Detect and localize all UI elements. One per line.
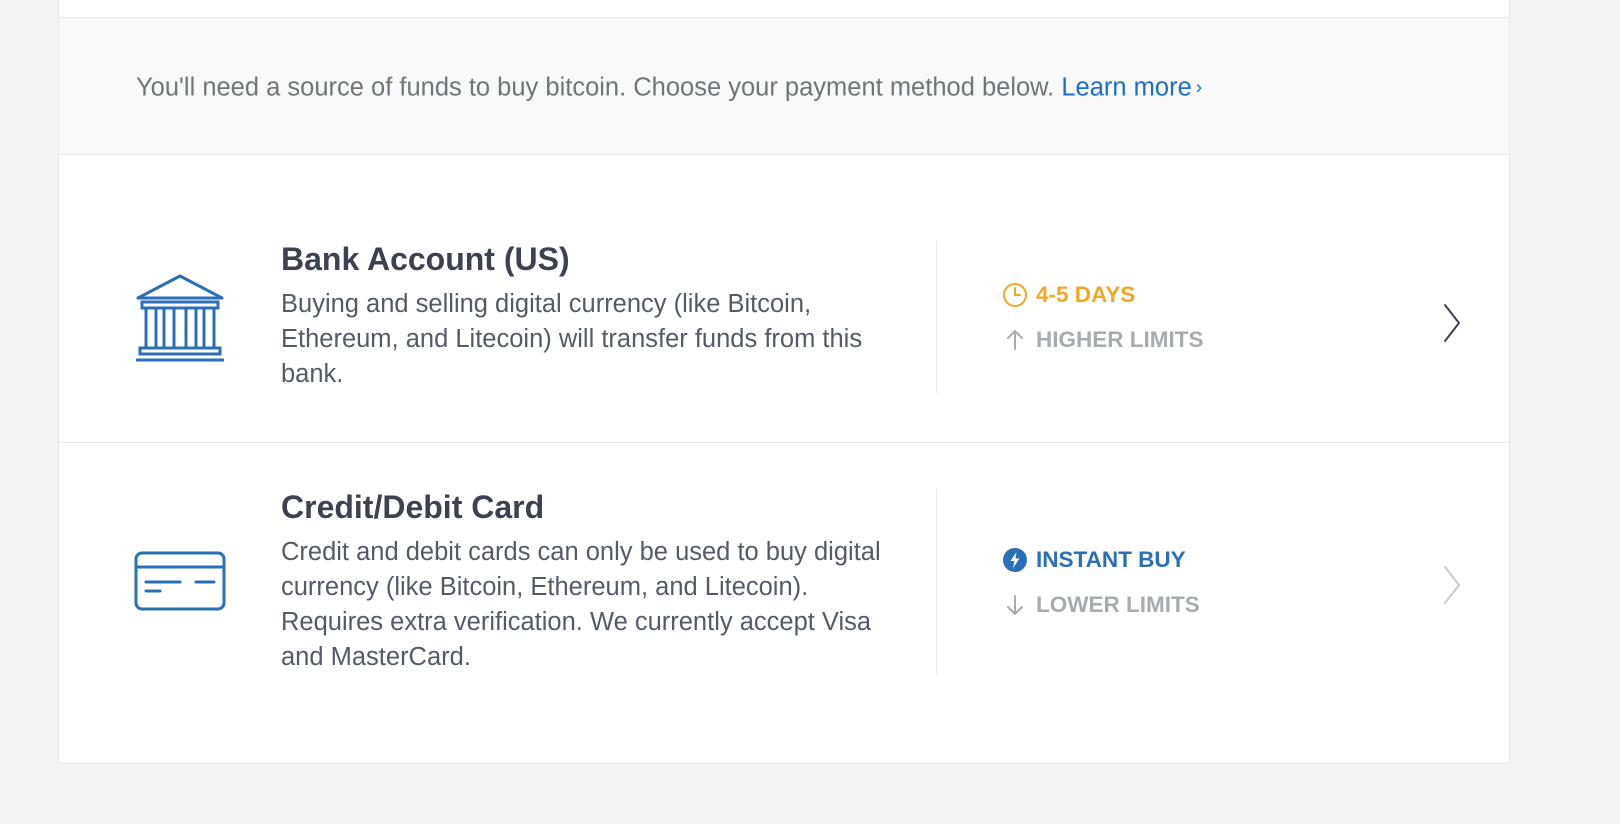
bank-chevron-right-icon[interactable] <box>1441 303 1463 343</box>
bank-icon <box>134 270 226 366</box>
bank-account-option[interactable]: Bank Account (US) Buying and selling dig… <box>59 155 1509 443</box>
card-chevron-right-icon[interactable] <box>1441 565 1463 605</box>
intro-text: You'll need a source of funds to buy bit… <box>136 73 1055 102</box>
bank-account-description: Buying and selling digital currency (lik… <box>281 290 863 388</box>
arrow-down-icon <box>1002 592 1028 618</box>
arrow-up-icon <box>1002 327 1028 353</box>
bank-speed-label: 4-5 DAYS <box>1036 282 1136 307</box>
credit-debit-card-option[interactable]: Credit/Debit Card Credit and debit cards… <box>59 443 1509 763</box>
bank-limits-feature: HIGHER LIMITS <box>1002 326 1204 354</box>
card-speed-label: INSTANT BUY <box>1036 547 1186 572</box>
card-speed-feature: INSTANT BUY <box>1002 546 1186 574</box>
learn-more-chevron-icon: › <box>1195 77 1203 99</box>
lightning-icon <box>1002 547 1028 573</box>
bank-account-title: Bank Account (US) <box>281 241 570 277</box>
card-limits-feature: LOWER LIMITS <box>1002 591 1200 619</box>
bank-divider <box>936 241 937 393</box>
credit-card-icon <box>134 551 226 613</box>
learn-more-label: Learn more <box>1061 73 1192 102</box>
clock-icon <box>1002 282 1028 308</box>
payment-intro-banner: You'll need a source of funds to buy bit… <box>59 17 1509 155</box>
learn-more-link[interactable]: Learn more › <box>1061 74 1202 102</box>
card-limits-label: LOWER LIMITS <box>1036 592 1200 617</box>
bank-limits-label: HIGHER LIMITS <box>1036 327 1204 352</box>
intro-message: You'll need a source of funds to buy bit… <box>136 74 1202 103</box>
credit-card-title: Credit/Debit Card <box>281 489 545 525</box>
payment-methods-card: You'll need a source of funds to buy bit… <box>58 0 1510 764</box>
credit-card-description: Credit and debit cards can only be used … <box>281 538 881 671</box>
card-divider <box>936 489 937 675</box>
bank-speed-feature: 4-5 DAYS <box>1002 281 1135 309</box>
